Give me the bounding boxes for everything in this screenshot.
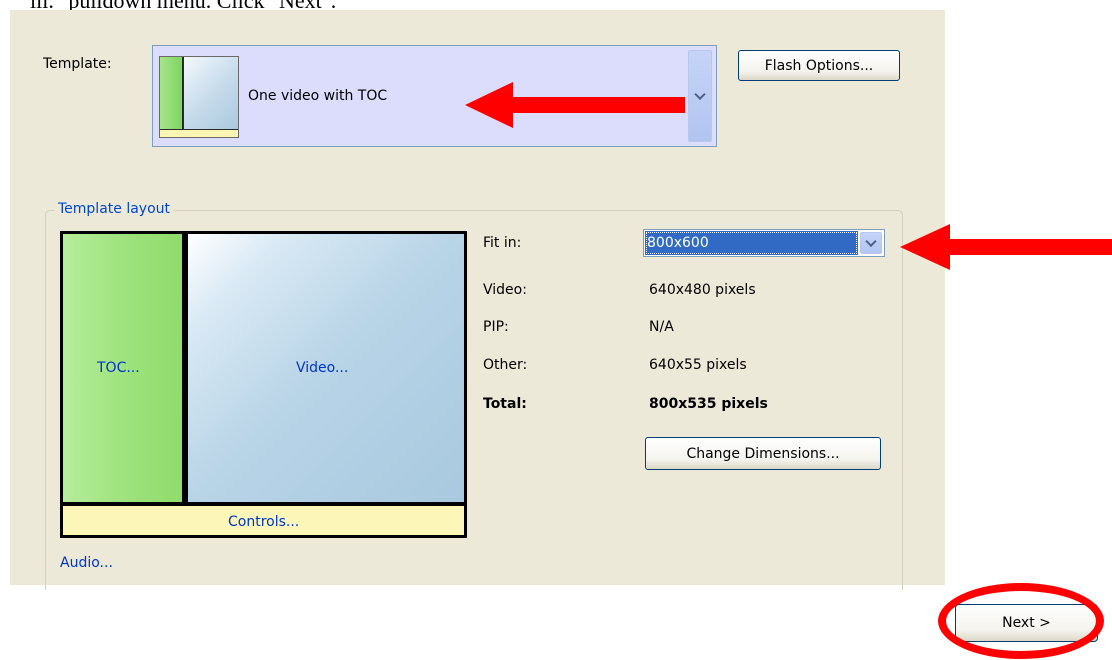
template-selected-value: One video with TOC	[248, 88, 388, 104]
toc-region-label[interactable]: TOC...	[97, 360, 140, 376]
template-thumbnail	[159, 56, 239, 138]
fit-in-label: Fit in:	[483, 235, 522, 251]
total-size-value: 800x535 pixels	[649, 396, 768, 412]
next-button[interactable]: Next >	[955, 604, 1098, 642]
flash-options-button[interactable]: Flash Options...	[738, 50, 900, 81]
other-size-value: 640x55 pixels	[649, 357, 747, 373]
template-dropdown-button[interactable]	[688, 50, 712, 142]
fit-in-select[interactable]: 800x600	[643, 229, 885, 257]
annotation-arrow-template	[465, 82, 685, 128]
other-label: Other:	[483, 357, 528, 373]
audio-link[interactable]: Audio...	[60, 555, 113, 571]
chevron-down-icon	[865, 235, 877, 248]
video-region-label[interactable]: Video...	[296, 360, 348, 376]
tutorial-screenshot: iii. "pulldown menu. Click "Next". Templ…	[0, 0, 1112, 660]
template-layout-title: Template layout	[55, 201, 174, 217]
annotation-arrow-fit-in	[900, 224, 1112, 270]
video-label: Video:	[483, 282, 527, 298]
layout-preview	[60, 231, 467, 538]
pip-value: N/A	[649, 319, 674, 335]
video-size-value: 640x480 pixels	[649, 282, 756, 298]
pip-label: PIP:	[483, 319, 509, 335]
fit-in-dropdown-button[interactable]	[860, 232, 882, 254]
controls-region-label[interactable]: Controls...	[228, 514, 299, 530]
chevron-down-icon	[694, 88, 706, 101]
change-dimensions-button[interactable]: Change Dimensions...	[645, 437, 881, 470]
total-label: Total:	[483, 396, 527, 412]
template-label: Template:	[43, 56, 112, 72]
fit-in-value: 800x600	[645, 231, 858, 255]
